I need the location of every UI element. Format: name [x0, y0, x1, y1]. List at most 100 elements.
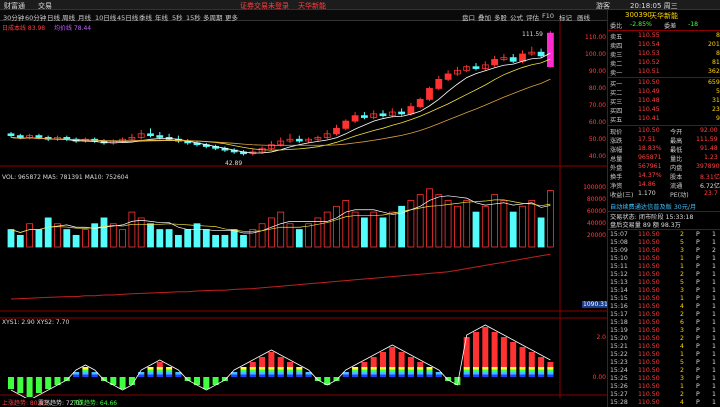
tick-price: 110.50 [638, 303, 660, 310]
tick-row: 15:24 110.50 2 P 1 [608, 367, 720, 375]
quote-value: 92.00 [700, 127, 718, 134]
tick-price: 110.50 [638, 255, 660, 262]
xys-bars [8, 324, 554, 401]
tick-list[interactable]: 15:07 110.50 2 P 1 15:08 110.50 5 P 1 15:09 110.50 3… [608, 229, 720, 407]
k-ma-title: 均价线 78.44 [54, 25, 92, 32]
tick-volume: 1 [680, 295, 684, 302]
xys-band [82, 374, 89, 377]
quote-label: 总量 [610, 156, 623, 163]
stock-code: 300390 [625, 11, 652, 19]
k-y-tick: 60.00 [588, 119, 606, 126]
xys-band [370, 372, 377, 375]
chart-area[interactable] [0, 21, 607, 407]
volume-bar [156, 229, 164, 248]
tick-time: 15:16 [610, 303, 628, 310]
xys-band [519, 374, 526, 377]
tick-time: 15:25 [610, 375, 628, 382]
xys-band [268, 372, 275, 375]
xys-band [473, 372, 479, 375]
volume-bar [277, 211, 285, 248]
quote-label: 量比 [670, 156, 683, 163]
ask-row: 卖二 110.52 81 [608, 59, 720, 68]
tick-volume: 4 [680, 399, 684, 406]
volume-bar [537, 217, 545, 248]
xys-band [352, 372, 359, 375]
quote-label: 今开 [670, 129, 683, 136]
volume-bar [147, 223, 154, 248]
volume-bar [54, 223, 61, 248]
volume-bar [128, 211, 136, 248]
tick-flag: P [696, 399, 700, 406]
vol-y-tick: 80000 [586, 196, 606, 203]
quote-row: 外盘 567961 内盘 397890 [608, 163, 720, 172]
volume-bar [416, 194, 424, 248]
tick-volume: 1 [680, 351, 684, 358]
volume-bar [137, 217, 145, 248]
volume-bar [202, 229, 210, 248]
ask-price: 110.51 [638, 68, 660, 75]
tick-count: 1 [712, 383, 716, 390]
candle-body [379, 113, 387, 117]
xys-band [417, 367, 424, 370]
candle-body [156, 135, 164, 138]
xys-bar-down [17, 377, 24, 393]
kline-series [7, 31, 554, 156]
bid-volume: 9 [716, 115, 720, 122]
volume-bar [435, 194, 443, 248]
tick-time: 15:19 [610, 327, 628, 334]
quote-value: 6.72亿 [700, 183, 720, 190]
quote-value: 397890 [696, 163, 720, 170]
ask-volume: 81 [712, 59, 720, 66]
xys-band [249, 372, 256, 375]
tick-count: 1 [712, 391, 716, 398]
quote-row: 涨跌 17.51 最高 111.59 [608, 136, 720, 145]
tick-time: 15:08 [610, 239, 628, 246]
tick-flag: P [696, 327, 700, 334]
ask-volume: 8 [716, 50, 720, 57]
xys-band [287, 369, 293, 372]
tick-flag: P [696, 295, 700, 302]
notice-row[interactable]: 自动续费通达信普及版 30元/月 [608, 202, 720, 211]
volume-bar [212, 234, 220, 248]
xys-band [500, 374, 507, 377]
quote-label: 换手 [610, 174, 623, 181]
xys-band [240, 374, 247, 377]
xys-band [138, 374, 145, 377]
candle-body [35, 135, 43, 138]
candle-body [547, 32, 554, 68]
xys-band [370, 374, 377, 377]
candle-body [295, 138, 303, 142]
tick-row: 15:08 110.50 5 P 1 [608, 239, 720, 247]
notice-text[interactable]: 自动续费通达信普及版 30元/月 [610, 202, 696, 211]
xys-band [500, 367, 507, 370]
tick-flag: P [696, 343, 700, 350]
tick-price: 110.50 [638, 359, 660, 366]
ask-row: 卖三 110.53 8 [608, 50, 720, 59]
candle-body [16, 135, 24, 138]
quote-label: 股本 [670, 174, 683, 181]
bid-row: 买三 110.48 31 [608, 97, 720, 106]
xys-band [166, 369, 173, 372]
tick-row: 15:09 110.50 3 P 2 [608, 247, 720, 255]
xys-band [407, 372, 414, 375]
xys-band [240, 367, 247, 370]
tick-count: 1 [712, 287, 716, 294]
tick-flag: P [696, 359, 700, 366]
tick-time: 15:22 [610, 351, 628, 358]
xys-band [268, 374, 275, 377]
tick-count: 1 [712, 303, 716, 310]
volume-bar [342, 200, 350, 248]
volume-bar [165, 229, 173, 248]
xys-band [352, 369, 359, 372]
tool-f10[interactable]: F10 [542, 12, 554, 20]
tick-price: 110.50 [638, 375, 660, 382]
tick-time: 15:24 [610, 367, 628, 374]
xys-band [482, 367, 489, 370]
xys-band [277, 374, 284, 377]
ask-book: 卖五 110.55 8 卖四 110.54 201 卖三 110.53 8 卖二 110.52 81 卖… [608, 30, 720, 77]
xys-band [240, 369, 247, 372]
candle-body [435, 79, 443, 89]
tick-price: 110.50 [638, 279, 660, 286]
tick-count: 1 [712, 351, 716, 358]
xys-band [398, 372, 405, 375]
